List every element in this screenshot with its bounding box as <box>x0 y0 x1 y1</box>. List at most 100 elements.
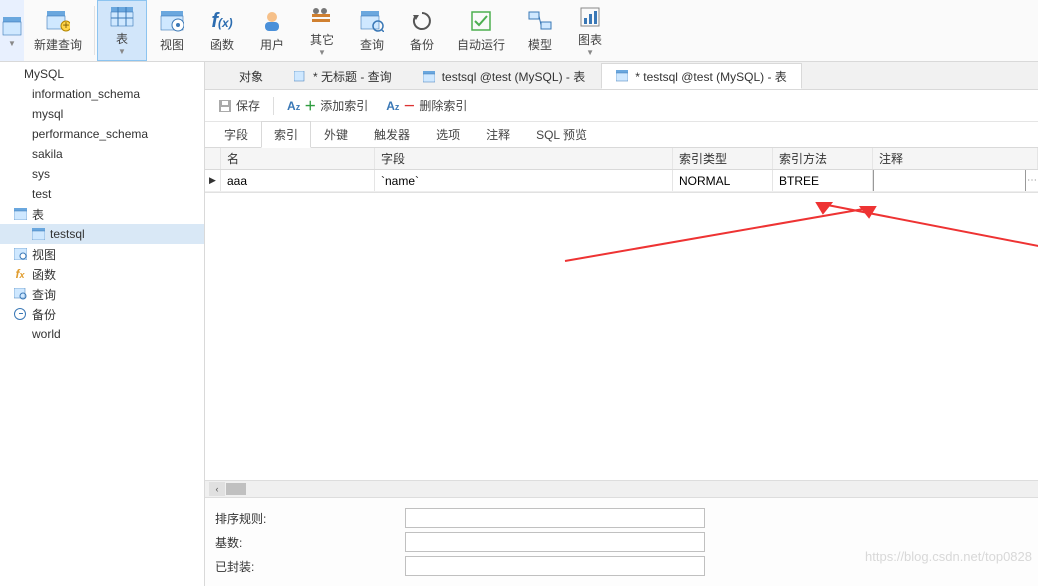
main-toolbar: ▼ + 新建查询 表 ▼ 视图 f(x) 函数 用户 其它 ▼ <box>0 0 1038 62</box>
tree-item-label: 查询 <box>32 286 56 303</box>
query-icon <box>12 288 28 300</box>
add-index-button[interactable]: Az ＋ 添加索引 <box>282 95 373 116</box>
query-label: 查询 <box>360 36 384 53</box>
tree-item[interactable]: testsql <box>0 224 204 244</box>
tree-item-label: 表 <box>32 206 44 223</box>
collation-label: 排序规则: <box>215 510 405 527</box>
autorun-button[interactable]: 自动运行 <box>447 0 515 61</box>
comment-input[interactable] <box>880 172 1019 190</box>
tab-icon <box>423 71 437 83</box>
backup-icon <box>12 308 28 320</box>
model-label: 模型 <box>528 36 552 53</box>
save-button[interactable]: 保存 <box>213 95 265 116</box>
table-icon <box>12 208 28 220</box>
packed-input[interactable] <box>405 556 705 576</box>
save-label: 保存 <box>236 97 260 114</box>
function-label: 函数 <box>210 36 234 53</box>
editor-tab[interactable]: testsql @test (MySQL) - 表 <box>408 63 601 89</box>
table-button[interactable]: 表 ▼ <box>97 0 147 61</box>
cell-comment[interactable] <box>873 170 1026 191</box>
row-more-icon[interactable]: ⋯ <box>1026 175 1038 186</box>
tree-item[interactable]: MySQL <box>0 64 204 84</box>
new-query-button[interactable]: + 新建查询 <box>24 0 92 61</box>
cell-name[interactable]: aaa <box>221 170 375 191</box>
tree-item-label: testsql <box>50 227 85 241</box>
scroll-left-icon[interactable]: ‹ <box>209 482 225 496</box>
tab-label: * testsql @test (MySQL) - 表 <box>635 68 787 85</box>
save-icon <box>218 99 232 113</box>
grid-row[interactable]: aaa `name` NORMAL BTREE ⋯ <box>205 170 1038 192</box>
col-field[interactable]: 字段 <box>375 148 673 169</box>
tree-item[interactable]: fx函数 <box>0 264 204 284</box>
subtab[interactable]: 注释 <box>473 121 523 147</box>
query-button[interactable]: 查询 <box>347 0 397 61</box>
editor-tab[interactable]: * 无标题 - 查询 <box>279 63 407 89</box>
cell-method[interactable]: BTREE <box>773 170 873 191</box>
col-method[interactable]: 索引方法 <box>773 148 873 169</box>
az-icon: Az <box>287 99 300 113</box>
other-label: 其它 <box>310 31 334 48</box>
cell-type[interactable]: NORMAL <box>673 170 773 191</box>
function-button[interactable]: f(x) 函数 <box>197 0 247 61</box>
plus-icon: ＋ <box>304 97 316 114</box>
editor-tab[interactable]: 对象 <box>205 63 278 89</box>
object-tree[interactable]: MySQLinformation_schemamysql performance_… <box>0 62 205 586</box>
tab-label: testsql @test (MySQL) - 表 <box>442 68 586 85</box>
tab-icon <box>616 70 630 82</box>
model-button[interactable]: 模型 <box>515 0 565 61</box>
subtab[interactable]: 触发器 <box>361 121 423 147</box>
col-name[interactable]: 名 <box>221 148 375 169</box>
chevron-down-icon: ▼ <box>8 39 16 48</box>
tree-item-label: performance_schema <box>32 127 148 141</box>
collation-input[interactable] <box>405 508 705 528</box>
col-comment[interactable]: 注释 <box>873 148 1038 169</box>
tree-item[interactable]: performance_schema <box>0 124 204 144</box>
index-properties: 排序规则: 基数: 已封装: <box>205 497 1038 586</box>
scroll-thumb[interactable] <box>226 483 246 495</box>
chart-button[interactable]: 图表 ▼ <box>565 0 615 61</box>
tree-item[interactable]: information_schema <box>0 84 204 104</box>
new-query-label: 新建查询 <box>34 36 82 53</box>
tree-item[interactable]: 查询 <box>0 284 204 304</box>
tree-item[interactable]: test <box>0 184 204 204</box>
view-icon <box>12 248 28 260</box>
tree-item[interactable]: sys <box>0 164 204 184</box>
cardinality-label: 基数: <box>215 534 405 551</box>
toolbar-unknown-left[interactable]: ▼ <box>0 0 24 61</box>
cardinality-input[interactable] <box>405 532 705 552</box>
tree-item[interactable]: 备份 <box>0 304 204 324</box>
tree-item[interactable]: mysql <box>0 104 204 124</box>
subtab[interactable]: 索引 <box>261 121 311 148</box>
other-button[interactable]: 其它 ▼ <box>297 0 347 61</box>
horizontal-scrollbar[interactable]: ‹ <box>205 480 1038 497</box>
view-label: 视图 <box>160 36 184 53</box>
view-button[interactable]: 视图 <box>147 0 197 61</box>
tree-item-label: mysql <box>32 107 63 121</box>
subtab[interactable]: 外键 <box>311 121 361 147</box>
svg-text:+: + <box>62 18 69 32</box>
annotation-arrow <box>805 197 1038 267</box>
tree-item[interactable]: sakila <box>0 144 204 164</box>
backup-label: 备份 <box>410 36 434 53</box>
user-button[interactable]: 用户 <box>247 0 297 61</box>
subtab[interactable]: 选项 <box>423 121 473 147</box>
subtab[interactable]: SQL 预览 <box>523 121 600 147</box>
col-type[interactable]: 索引类型 <box>673 148 773 169</box>
chevron-down-icon: ▼ <box>586 48 594 57</box>
grid-header: 名 字段 索引类型 索引方法 注释 <box>205 148 1038 170</box>
delete-index-button[interactable]: Az － 删除索引 <box>381 95 472 116</box>
backup-button[interactable]: 备份 <box>397 0 447 61</box>
tree-item-label: 备份 <box>32 306 56 323</box>
tree-item[interactable]: world <box>0 324 204 344</box>
index-grid[interactable]: 名 字段 索引类型 索引方法 注释 aaa `name` NORMAL BTRE… <box>205 148 1038 193</box>
editor-tab[interactable]: * testsql @test (MySQL) - 表 <box>601 63 802 89</box>
tree-item-label: test <box>32 187 51 201</box>
subtab[interactable]: 字段 <box>211 121 261 147</box>
tree-item-label: sys <box>32 167 50 181</box>
tree-item-label: 函数 <box>32 266 56 283</box>
tree-item[interactable]: 表 <box>0 204 204 224</box>
tree-item[interactable]: 视图 <box>0 244 204 264</box>
chevron-down-icon: ▼ <box>318 48 326 57</box>
tree-item-label: world <box>32 327 61 341</box>
cell-field[interactable]: `name` <box>375 170 673 191</box>
